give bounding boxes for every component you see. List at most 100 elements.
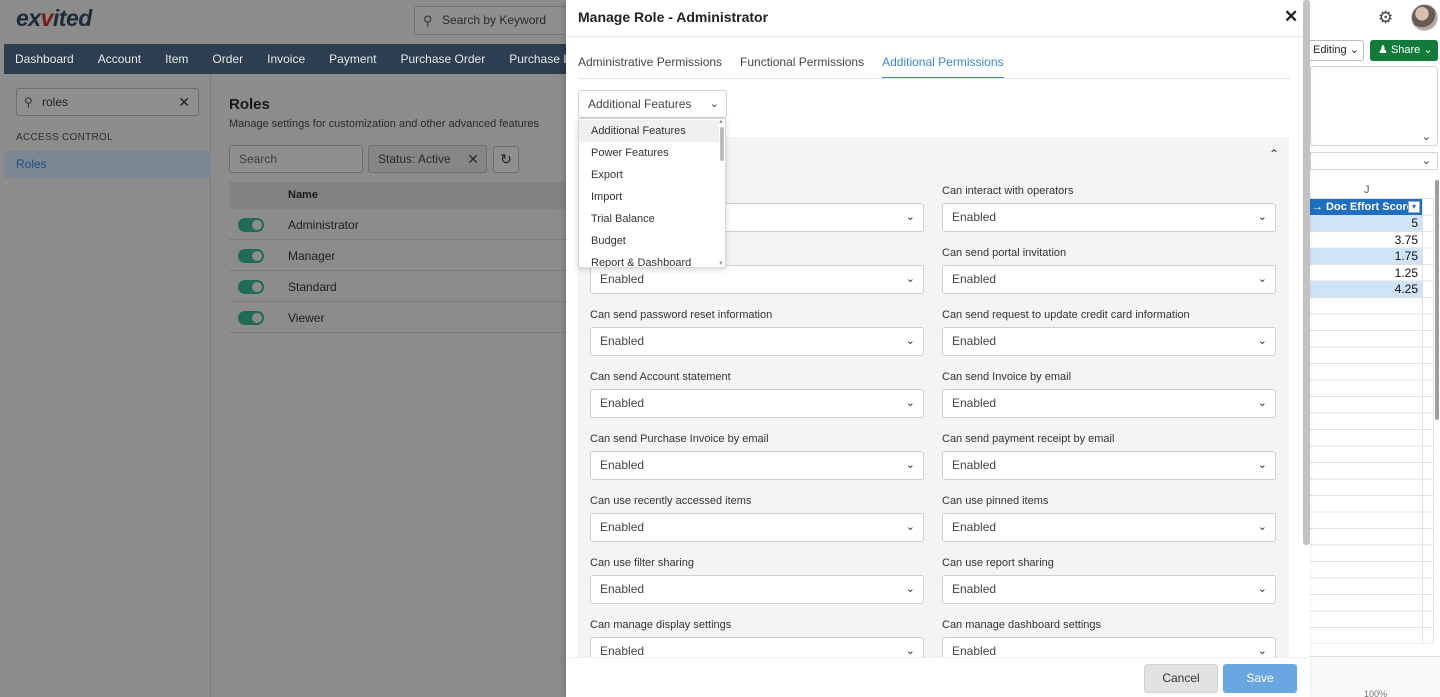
scroll-down-icon[interactable]: ▼ [718, 261, 724, 267]
permission-select[interactable]: Enabled ⌄ [590, 513, 924, 542]
sidebar-search-input[interactable]: ⚲ roles ✕ [16, 88, 199, 116]
value-cell[interactable]: 1.75 [1310, 248, 1422, 264]
dropdown-option[interactable]: Additional Features [579, 120, 719, 142]
ribbon-panel: ⌄ [1310, 66, 1438, 146]
scrollbar[interactable] [1435, 180, 1439, 420]
permission-value: Enabled [952, 644, 997, 658]
keyword-search-input[interactable]: ⚲ Search by Keyword [414, 6, 574, 35]
chevron-down-icon: ⌄ [1423, 44, 1433, 56]
table-row[interactable]: Administrator [229, 209, 569, 240]
share-button[interactable]: ♟ Share ⌄ [1370, 40, 1438, 61]
nav-account[interactable]: Account [86, 52, 153, 66]
sidebar-item-roles[interactable]: Roles [4, 151, 211, 178]
feature-category-dropdown: Additional Features Power Features Expor… [578, 118, 726, 268]
permission-label: Can send Invoice by email [942, 371, 1072, 383]
search-icon: ⚲ [423, 13, 433, 28]
cancel-button[interactable]: Cancel [1144, 664, 1218, 693]
nav-item[interactable]: Item [153, 52, 200, 66]
manage-role-modal: Manage Role - Administrator ✕ Administra… [566, 0, 1310, 697]
permission-select[interactable]: Enabled ⌄ [590, 451, 924, 480]
dropdown-option[interactable]: Trial Balance [579, 208, 719, 230]
clear-icon[interactable]: ✕ [178, 89, 190, 115]
permission-select[interactable]: Enabled ⌄ [590, 327, 924, 356]
header-cell[interactable]: → Doc Effort Score [1310, 199, 1422, 215]
permission-select[interactable]: Enabled ⌄ [590, 389, 924, 418]
value-cell[interactable]: 5 [1310, 215, 1422, 231]
role-name[interactable]: Manager [288, 249, 335, 263]
save-button[interactable]: Save [1223, 664, 1297, 693]
feature-category-select[interactable]: Additional Features ⌄ [578, 90, 727, 118]
tab-administrative-permissions[interactable]: Administrative Permissions [578, 55, 722, 79]
role-toggle[interactable] [238, 249, 264, 263]
nav-invoice[interactable]: Invoice [255, 52, 317, 66]
dropdown-option[interactable]: Budget [579, 230, 719, 252]
tab-additional-permissions[interactable]: Additional Permissions [882, 55, 1004, 79]
column-letter[interactable]: J [1364, 184, 1370, 196]
role-toggle[interactable] [238, 311, 264, 325]
permission-select[interactable]: Enabled ⌄ [942, 513, 1276, 542]
dropdown-option[interactable]: Import [579, 186, 719, 208]
filter-dropdown-icon[interactable]: ▾ [1408, 201, 1420, 213]
people-icon: ♟ [1378, 44, 1388, 56]
value-cell[interactable]: 1.25 [1310, 265, 1422, 281]
chevron-down-icon[interactable]: ⌄ [1422, 154, 1431, 167]
dropdown-scrollbar[interactable] [720, 127, 724, 161]
permission-label: Can use recently accessed items [590, 495, 752, 507]
nav-dashboard[interactable]: Dashboard [4, 52, 86, 66]
nav-order[interactable]: Order [200, 52, 255, 66]
role-name[interactable]: Viewer [288, 311, 324, 325]
modal-scrollbar[interactable] [1303, 0, 1310, 545]
dropdown-option[interactable]: Power Features [579, 142, 719, 164]
permission-select[interactable]: Enabled ⌄ [942, 203, 1276, 232]
gear-icon[interactable]: ⚙ [1378, 8, 1393, 28]
permission-select[interactable]: Enabled ⌄ [942, 389, 1276, 418]
value-cell[interactable]: 3.75 [1310, 232, 1422, 248]
permission-value: Enabled [952, 334, 997, 348]
avatar[interactable] [1411, 4, 1438, 31]
sidebar-search-value: roles [42, 95, 69, 109]
role-toggle[interactable] [238, 280, 264, 294]
value-cell[interactable]: 4.25 [1310, 281, 1422, 297]
status-filter-chip[interactable]: Status: Active ✕ [368, 145, 487, 173]
nav-payment[interactable]: Payment [317, 52, 388, 66]
zoom-level[interactable]: 100% [1364, 689, 1387, 697]
close-icon[interactable]: ✕ [1284, 7, 1298, 27]
roles-table-header: Name [229, 182, 569, 209]
permission-tabs: Administrative Permissions Functional Pe… [578, 55, 1004, 79]
dropdown-option[interactable]: Report & Dashboard [579, 252, 719, 267]
permission-value: Enabled [952, 396, 997, 410]
permission-select[interactable]: Enabled ⌄ [942, 575, 1276, 604]
chevron-down-icon: ⌄ [905, 397, 915, 409]
permission-select[interactable]: Enabled ⌄ [942, 265, 1276, 294]
clear-filter-icon[interactable]: ✕ [467, 146, 479, 172]
permission-label: Can use pinned items [942, 495, 1049, 507]
table-row[interactable]: Viewer [229, 302, 569, 333]
permission-label: Can send Account statement [590, 371, 731, 383]
permission-select[interactable]: Enabled ⌄ [942, 327, 1276, 356]
permission-label: Can send request to update credit card i… [942, 309, 1190, 321]
chevron-down-icon: ⌄ [905, 583, 915, 595]
dropdown-option[interactable]: Export [579, 164, 719, 186]
permission-value: Enabled [600, 458, 645, 472]
role-toggle[interactable] [238, 218, 264, 232]
editing-mode-button[interactable]: Editing ⌄ [1310, 40, 1364, 61]
chevron-down-icon: ⌄ [1257, 273, 1267, 285]
scroll-up-icon[interactable]: ▲ [718, 119, 724, 125]
table-row[interactable]: Manager [229, 240, 569, 271]
column-header-name[interactable]: Name [288, 189, 318, 201]
role-name[interactable]: Administrator [288, 218, 359, 232]
permission-select[interactable]: Enabled ⌄ [590, 265, 924, 294]
roles-search-input[interactable]: Search [229, 145, 363, 173]
permission-select[interactable]: Enabled ⌄ [590, 575, 924, 604]
logo-text: ex [16, 5, 41, 31]
nav-purchase-order[interactable]: Purchase Order [389, 52, 498, 66]
role-name[interactable]: Standard [288, 280, 337, 294]
formula-bar[interactable]: ⌄ [1310, 152, 1438, 170]
chevron-down-icon[interactable]: ⌄ [1422, 130, 1431, 143]
table-row[interactable]: Standard [229, 271, 569, 302]
refresh-button[interactable]: ↻ [493, 146, 519, 173]
tab-functional-permissions[interactable]: Functional Permissions [740, 55, 864, 79]
permission-select[interactable]: Enabled ⌄ [942, 451, 1276, 480]
permission-label: Can manage dashboard settings [942, 619, 1101, 631]
chevron-up-icon[interactable]: ⌃ [1269, 147, 1279, 161]
